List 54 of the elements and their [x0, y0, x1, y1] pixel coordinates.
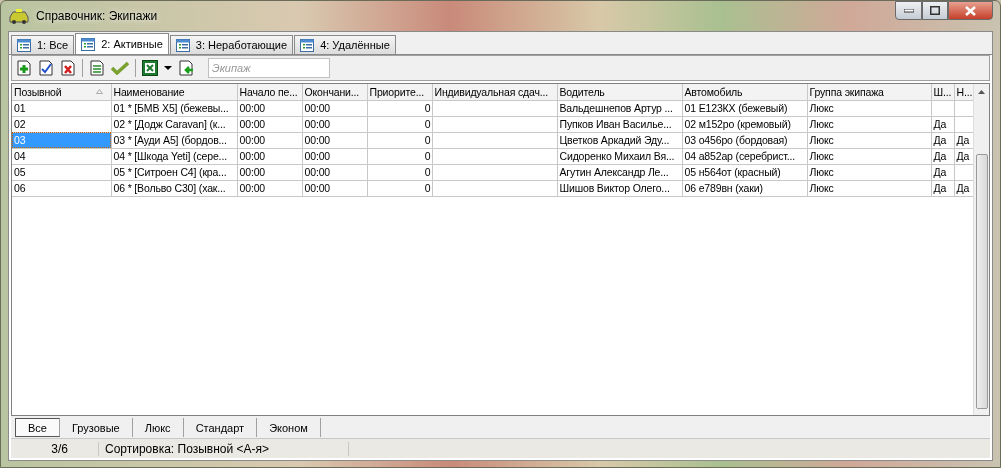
column-header[interactable]: Окончани... — [302, 84, 367, 100]
column-header[interactable]: Автомобиль — [682, 84, 807, 100]
column-header[interactable]: Ш... — [931, 84, 954, 100]
list-icon — [175, 38, 190, 52]
minimize-button[interactable] — [895, 1, 922, 20]
column-header[interactable]: Наименование — [111, 84, 237, 100]
caret-icon — [164, 66, 172, 70]
record-count: 3/6 — [11, 441, 99, 456]
tab[interactable]: 4: Удалённые — [294, 35, 396, 54]
excel-button[interactable] — [142, 60, 158, 76]
taxi-icon — [8, 8, 30, 24]
scroll-thumb[interactable] — [975, 154, 988, 409]
column-header[interactable]: Начало пе... — [237, 84, 302, 100]
maximize-icon — [930, 6, 940, 15]
search-field[interactable]: Экипаж — [208, 58, 330, 78]
tab[interactable]: 3: Неработающие — [169, 35, 294, 54]
group-tab[interactable]: Эконом — [257, 418, 321, 437]
edit-icon — [38, 60, 54, 76]
column-header[interactable]: Индивидуальная сдач... — [432, 84, 557, 100]
list-icon — [17, 38, 31, 52]
add-icon — [16, 60, 32, 76]
group-tab[interactable]: Люкс — [132, 418, 184, 437]
list-icon — [81, 37, 96, 51]
maximize-button[interactable] — [922, 1, 948, 20]
delete-icon — [60, 60, 76, 76]
tab[interactable]: 2: Активные — [75, 33, 169, 54]
group-tab[interactable]: Стандарт — [183, 418, 258, 437]
properties-button[interactable] — [89, 60, 105, 76]
edit-button[interactable] — [38, 60, 54, 76]
check-icon — [111, 61, 129, 75]
spreadsheet-icon — [142, 60, 158, 76]
sort-status: Сортировка: Позывной <А-я> — [99, 441, 349, 456]
window-title: Справочник: Экипажи — [36, 9, 158, 23]
column-header[interactable]: Группа экипажа — [807, 84, 931, 100]
group-tab[interactable]: Все — [15, 418, 60, 437]
delete-button[interactable] — [60, 60, 76, 76]
scrollbar[interactable] — [973, 84, 989, 415]
document-icon — [89, 60, 105, 76]
tab[interactable]: 1: Все — [11, 35, 75, 54]
close-icon — [965, 5, 976, 16]
minimize-icon — [903, 8, 914, 13]
column-header[interactable]: Приорите... — [367, 84, 432, 100]
column-header[interactable]: Позывной — [12, 84, 111, 100]
close-button[interactable] — [948, 1, 993, 20]
table-cell: 03 — [12, 132, 111, 148]
export-button[interactable] — [178, 60, 194, 76]
apply-button[interactable] — [111, 61, 129, 75]
group-tab[interactable]: Грузовые — [59, 418, 133, 437]
add-button[interactable] — [16, 60, 32, 76]
scroll-up-icon — [978, 90, 985, 94]
dropdown-button[interactable] — [164, 66, 172, 70]
column-header[interactable]: Водитель — [557, 84, 682, 100]
list-icon — [300, 38, 315, 52]
export-icon — [178, 60, 194, 76]
